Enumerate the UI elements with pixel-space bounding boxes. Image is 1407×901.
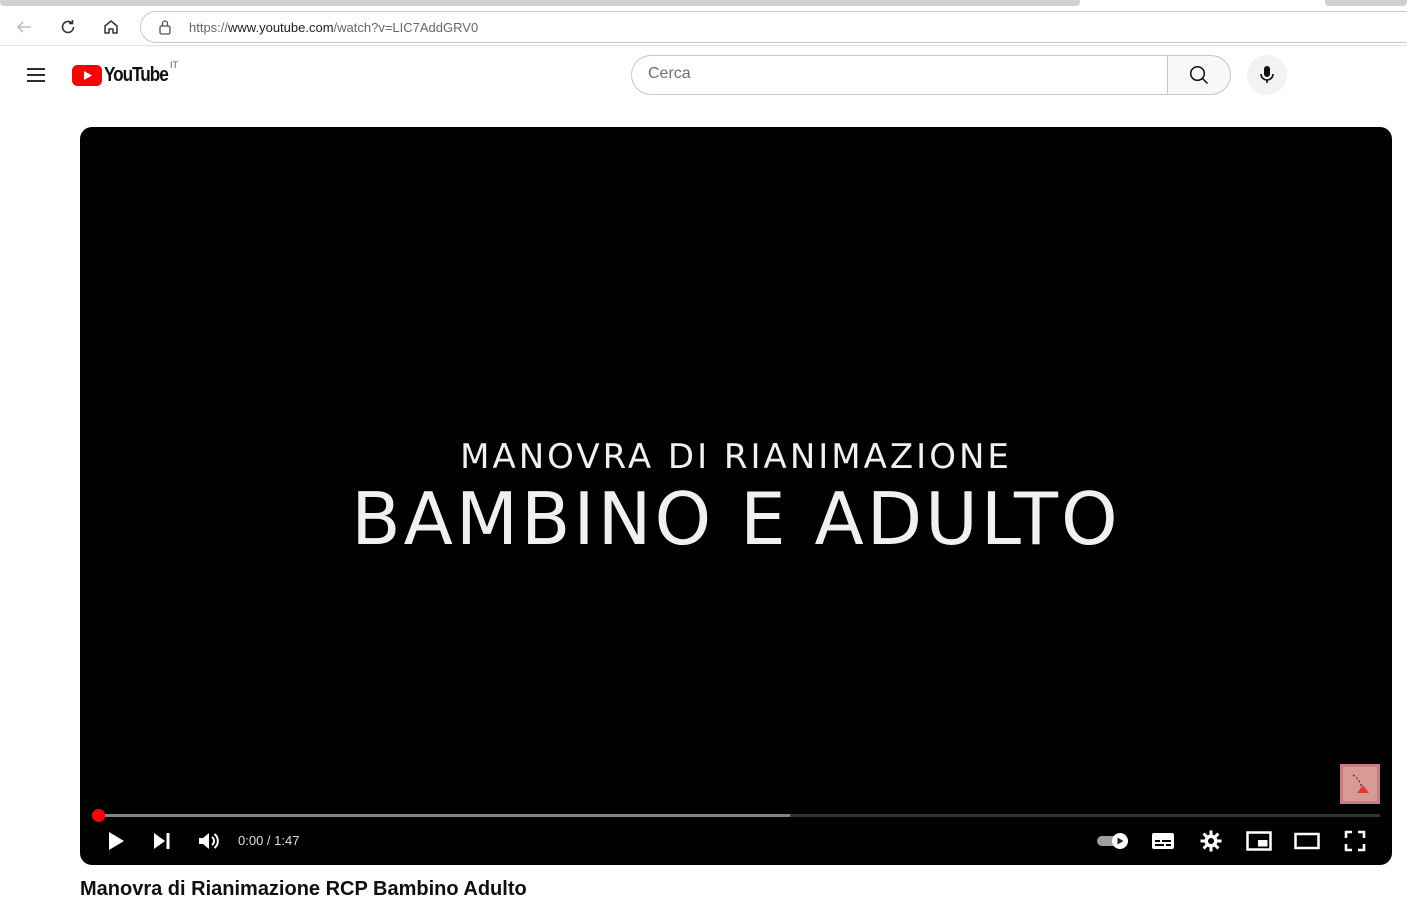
browser-tab[interactable] [0, 0, 1080, 6]
browser-tab[interactable] [1325, 0, 1407, 6]
logo-wordmark: YouTube [104, 63, 169, 86]
reload-button[interactable] [54, 13, 82, 41]
subtitles-icon [1152, 833, 1174, 849]
search-box[interactable] [631, 55, 1168, 95]
theater-mode-button[interactable] [1290, 824, 1324, 858]
browser-toolbar: https://www.youtube.com/watch?v=LIC7AddG… [0, 8, 1407, 46]
channel-watermark-icon [1343, 767, 1377, 801]
progress-scrubber[interactable] [92, 809, 105, 822]
url-text: https://www.youtube.com/watch?v=LIC7AddG… [189, 20, 479, 35]
video-title: Manovra di Rianimazione RCP Bambino Adul… [80, 878, 527, 900]
mute-button[interactable] [192, 824, 226, 858]
gear-icon [1200, 830, 1222, 852]
youtube-play-logo-icon [72, 64, 102, 86]
search-input[interactable] [648, 65, 1148, 83]
time-display: 0:00 / 1:47 [238, 833, 300, 848]
lock-icon[interactable] [158, 19, 172, 40]
miniplayer-icon [1246, 831, 1272, 851]
fullscreen-button[interactable] [1338, 824, 1372, 858]
reload-icon [61, 20, 75, 34]
back-button[interactable] [10, 13, 38, 41]
fullscreen-icon [1344, 830, 1366, 852]
search-button[interactable] [1167, 55, 1231, 95]
country-code: IT [170, 60, 178, 70]
video-frame-title-line2: BAMBINO E ADULTO [351, 477, 1121, 561]
volume-icon [199, 833, 219, 849]
skip-next-icon [154, 833, 170, 849]
youtube-logo[interactable]: YouTube [72, 63, 178, 87]
buffered-bar [98, 814, 791, 817]
play-icon [109, 832, 124, 850]
video-player[interactable]: MANOVRA DI RIANIMAZIONE BAMBINO E ADULTO… [80, 127, 1392, 865]
home-icon [104, 20, 118, 34]
hamburger-icon [27, 68, 45, 82]
address-bar[interactable]: https://www.youtube.com/watch?v=LIC7AddG… [140, 11, 1407, 43]
next-button[interactable] [146, 824, 178, 858]
autoplay-toggle[interactable] [1094, 824, 1134, 858]
miniplayer-button[interactable] [1242, 824, 1276, 858]
video-frame-title-line1: MANOVRA DI RIANIMAZIONE [460, 437, 1012, 477]
search-icon [1189, 65, 1209, 85]
play-button[interactable] [100, 824, 132, 858]
back-arrow-icon [16, 21, 31, 33]
progress-bar[interactable] [92, 809, 1380, 822]
guide-menu-button[interactable] [20, 59, 52, 91]
browser-tab-strip [0, 0, 1407, 8]
theater-mode-icon [1294, 832, 1320, 850]
youtube-masthead: YouTube IT [0, 47, 1407, 103]
autoplay-toggle-icon [1097, 833, 1128, 849]
voice-search-button[interactable] [1247, 55, 1287, 95]
microphone-icon [1260, 66, 1274, 83]
home-button[interactable] [97, 13, 125, 41]
channel-watermark[interactable] [1340, 764, 1380, 804]
settings-button[interactable] [1194, 824, 1228, 858]
subtitles-button[interactable] [1146, 824, 1180, 858]
